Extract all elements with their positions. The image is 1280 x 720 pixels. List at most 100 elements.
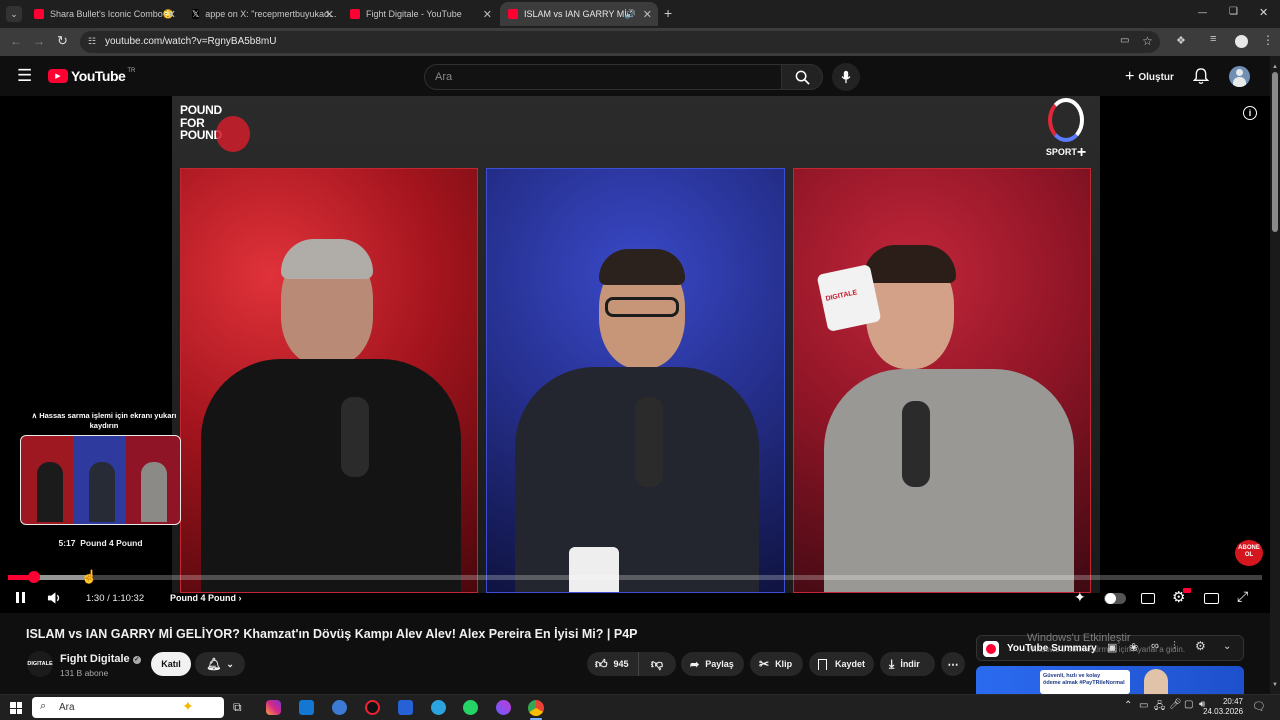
more-actions-button[interactable]: ⋯ (941, 652, 965, 676)
extensions-icon[interactable]: ❖ (1176, 34, 1186, 47)
cast-icon[interactable]: ▭ (1120, 35, 1129, 46)
forward-icon[interactable]: → (33, 34, 45, 48)
time-total: 1:10:32 (112, 593, 145, 604)
audio-playing-icon[interactable]: 🔊 (625, 9, 636, 20)
sport-logo-text: SPORT+ (1045, 144, 1087, 161)
voice-search-button[interactable] (832, 63, 860, 91)
page-scrollbar[interactable]: ▲ ▼ (1270, 56, 1280, 694)
download-icon: ⤓ (889, 656, 895, 671)
subscribe-watermark[interactable]: ABONE OL (1235, 540, 1263, 566)
search-input[interactable]: Ara (424, 64, 782, 90)
instagram-icon[interactable] (266, 700, 281, 715)
browser-tab-active[interactable]: ISLAM vs IAN GARRY Mİ GE... 🔊 ✕ (500, 2, 658, 26)
close-icon[interactable]: ✕ (643, 8, 652, 21)
url-field[interactable]: ☷ youtube.com/watch?v=RgnyBA5b8mU ▭ ☆ (80, 31, 1160, 53)
channel-avatar[interactable]: DIGITALE (27, 651, 53, 677)
video-panel-left (180, 168, 478, 593)
subscribed-bell-button[interactable]: 🔔︎ ⌄ (195, 652, 245, 676)
volume-icon[interactable] (47, 591, 62, 605)
progress-scrubber[interactable] (28, 571, 41, 583)
plus-icon: + (1125, 68, 1135, 85)
pause-icon (16, 592, 19, 603)
microphone (902, 401, 930, 487)
download-button[interactable]: ⤓ İndir (880, 652, 935, 676)
video-player[interactable]: POUND FOR POUND SPORT+ DIGITALE i ∧ Hass… (0, 96, 1270, 613)
settings-app-icon[interactable] (332, 700, 347, 715)
x-favicon-icon: 𝕏 (192, 9, 200, 19)
sidebar-ad[interactable]: Güvenli, hızlı ve kolay ödeme almak #Pay… (976, 666, 1244, 694)
reload-icon[interactable]: ↻ (57, 33, 68, 49)
browser-tab[interactable]: Fight Digitale - YouTube ✕ (342, 2, 498, 26)
preview-chapter: Pound 4 Pound (80, 538, 143, 548)
close-window-button[interactable]: ✕ (1259, 6, 1268, 19)
taskbar-search-placeholder: Ara (59, 702, 75, 713)
clock-date: 24.03.2026 (1203, 707, 1244, 716)
browser-tab[interactable]: 𝕏 appe on X: "recepmertbuyukad... ✕ (184, 2, 340, 26)
search-icon: ⌕ (40, 700, 47, 712)
time-current: 1:30 (86, 593, 105, 604)
scroll-up-icon[interactable]: ▲ (1272, 64, 1278, 70)
clip-button[interactable]: ✂ Klip (750, 652, 803, 676)
close-icon[interactable]: ✕ (483, 8, 492, 21)
minimize-button[interactable]: — (1198, 7, 1207, 17)
like-button[interactable]: 👍︎ 945 (587, 652, 639, 676)
tray-microphone-icon[interactable]: 🎤︎ (1169, 699, 1182, 710)
channel-name[interactable]: Fight Digitale ✓ (60, 653, 141, 665)
pause-button[interactable] (15, 591, 26, 604)
outlook-icon[interactable] (299, 700, 314, 715)
save-label: Kaydet (835, 659, 866, 669)
back-icon[interactable]: ← (10, 34, 22, 48)
notifications-bell-icon[interactable] (1193, 68, 1209, 85)
progress-bar[interactable] (8, 571, 1262, 583)
restore-button[interactable]: ❏ (1229, 6, 1238, 17)
youtube-favicon-icon (34, 9, 44, 19)
info-icon[interactable]: i (1243, 106, 1257, 120)
autoplay-toggle[interactable] (1104, 593, 1126, 604)
trello-icon[interactable] (398, 700, 413, 715)
menu-kebab-icon[interactable]: ⋮ (1262, 33, 1274, 47)
fullscreen-icon[interactable]: ⤢ (1237, 588, 1248, 605)
youtube-logo[interactable]: ▶ YouTube TR (48, 68, 135, 84)
chrome-icon[interactable] (528, 700, 544, 716)
join-button[interactable]: Katıl (151, 652, 191, 676)
tray-network-icon[interactable]: 🖧︎ (1154, 699, 1165, 716)
taskbar-search[interactable]: ⌕ Ara ✦ (32, 697, 224, 718)
subtitles-icon[interactable] (1141, 593, 1155, 604)
theater-mode-icon[interactable] (1204, 593, 1219, 604)
search-button[interactable] (781, 64, 823, 90)
new-tab-button[interactable]: + (664, 5, 672, 21)
tray-chevron-up-icon[interactable]: ⌃ (1124, 700, 1132, 711)
tab-search-icon[interactable]: ⌄ (6, 6, 22, 22)
close-icon[interactable]: ✕ (167, 8, 176, 21)
close-icon[interactable]: ✕ (325, 8, 334, 21)
join-label: Katıl (161, 659, 181, 669)
task-view-icon[interactable]: ⧉ (233, 700, 242, 715)
chapter-button[interactable]: Pound 4 Pound › (170, 593, 242, 603)
dislike-button[interactable]: 👎︎ (639, 652, 675, 676)
create-button[interactable]: + Oluştur (1115, 64, 1184, 90)
notification-center-icon[interactable]: 🗨︎ (1252, 700, 1266, 713)
profile-icon[interactable] (1235, 35, 1248, 48)
browser-tab[interactable]: Shara Bullet's Iconic Combo😳 ✕ (26, 2, 182, 26)
scrub-hint: ∧ Hassas sarma işlemi için ekranı yukarı… (31, 411, 177, 430)
scroll-down-icon[interactable]: ▼ (1272, 682, 1278, 688)
app-icon[interactable] (365, 700, 380, 715)
bookmark-star-icon[interactable]: ☆ (1142, 34, 1153, 48)
scrollbar-thumb[interactable] (1272, 72, 1278, 232)
windows-start-icon[interactable] (10, 702, 22, 714)
media-control-icon[interactable]: ≡ (1210, 33, 1216, 45)
whatsapp-icon[interactable] (463, 700, 478, 715)
share-button[interactable]: ➦ Paylaş (681, 652, 744, 676)
save-button[interactable]: Kaydet (809, 652, 874, 676)
tray-display-icon[interactable]: ▢ (1184, 699, 1193, 710)
thumbs-down-icon: 👎︎ (650, 656, 664, 671)
taskbar-clock[interactable]: 20:47 24.03.2026 (1203, 697, 1243, 717)
youtube-favicon-icon (508, 9, 518, 19)
hamburger-menu-icon[interactable]: ☰ (17, 66, 32, 86)
messenger-icon[interactable] (496, 700, 511, 715)
tray-device-icon[interactable]: ▭ (1139, 700, 1148, 711)
telegram-icon[interactable] (431, 700, 446, 715)
sparkle-icon[interactable]: ✦ (1074, 589, 1086, 606)
site-info-icon[interactable]: ☷ (88, 36, 96, 47)
account-avatar[interactable] (1229, 66, 1250, 87)
